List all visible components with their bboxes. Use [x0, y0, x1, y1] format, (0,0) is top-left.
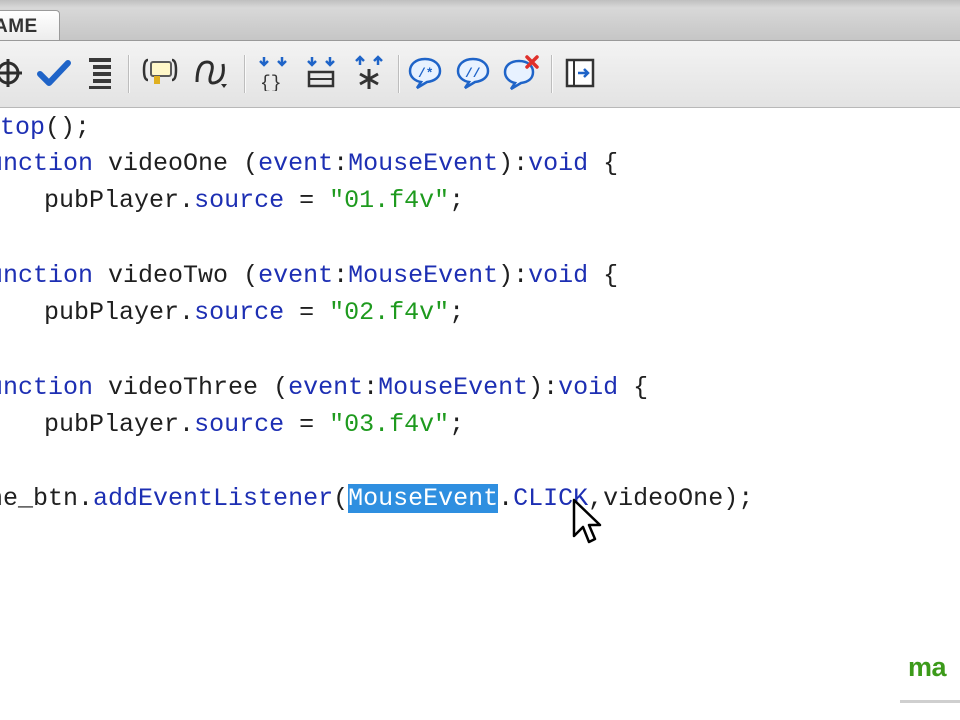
tab-bar: AME: [0, 8, 960, 41]
check-syntax-icon: [37, 58, 71, 88]
code-hint-button[interactable]: [140, 53, 180, 93]
script-editor[interactable]: top(); unction videoOne (event:MouseEven…: [0, 108, 960, 720]
remove-comment-icon: [502, 55, 540, 91]
code-line[interactable]: unction videoThree (event:MouseEvent):vo…: [0, 371, 648, 405]
svg-text:/*: /*: [418, 66, 434, 81]
toolbar-separator: [128, 55, 129, 93]
debug-options-button[interactable]: [192, 53, 232, 93]
svg-text://: //: [465, 66, 481, 81]
tab-frame[interactable]: AME: [0, 10, 60, 40]
apply-line-comment-button[interactable]: //: [453, 53, 493, 93]
collapse-selection-icon: [304, 55, 338, 91]
toolbar-separator: [551, 55, 552, 93]
code-line[interactable]: pubPlayer.source = "02.f4v";: [0, 296, 464, 330]
watermark-logo: ma: [908, 652, 947, 682]
remove-comment-button[interactable]: [501, 53, 541, 93]
collapse-between-braces-icon: {}: [256, 55, 290, 91]
code-line[interactable]: top();: [0, 111, 90, 145]
window-frame-top: [0, 0, 960, 8]
code-line[interactable]: unction videoTwo (event:MouseEvent):void…: [0, 259, 618, 293]
watermark-underline: [900, 700, 960, 703]
actions-toolbar: {} /* //: [0, 41, 960, 108]
code-line[interactable]: pubPlayer.source = "03.f4v";: [0, 408, 464, 442]
collapse-between-braces-button[interactable]: {}: [253, 53, 293, 93]
svg-text:{}: {}: [260, 74, 282, 91]
auto-format-button[interactable]: [80, 53, 120, 93]
target-button[interactable]: [0, 53, 28, 93]
debug-options-icon: [193, 56, 231, 90]
apply-block-comment-button[interactable]: /*: [405, 53, 445, 93]
crosshair-icon: [0, 57, 24, 89]
selected-text[interactable]: MouseEvent: [348, 484, 499, 513]
tab-label: AME: [0, 16, 38, 37]
code-line[interactable]: ne_btn.addEventListener(MouseEvent.CLICK…: [0, 482, 753, 516]
code-hint-icon: [142, 56, 178, 90]
auto-format-icon: [85, 56, 115, 90]
toolbar-separator: [398, 55, 399, 93]
apply-line-comment-icon: //: [455, 56, 491, 90]
show-hide-toolbox-button[interactable]: [560, 53, 600, 93]
collapse-selection-button[interactable]: [301, 53, 341, 93]
code-line[interactable]: unction videoOne (event:MouseEvent):void…: [0, 147, 618, 181]
toolbar-separator: [244, 55, 245, 93]
show-hide-toolbox-icon: [564, 57, 596, 89]
apply-block-comment-icon: /*: [407, 56, 443, 90]
check-syntax-button[interactable]: [34, 53, 74, 93]
mouse-pointer-icon: [572, 498, 602, 551]
code-line[interactable]: pubPlayer.source = "01.f4v";: [0, 184, 464, 218]
expand-all-button[interactable]: [349, 53, 389, 93]
expand-all-icon: [352, 55, 386, 91]
